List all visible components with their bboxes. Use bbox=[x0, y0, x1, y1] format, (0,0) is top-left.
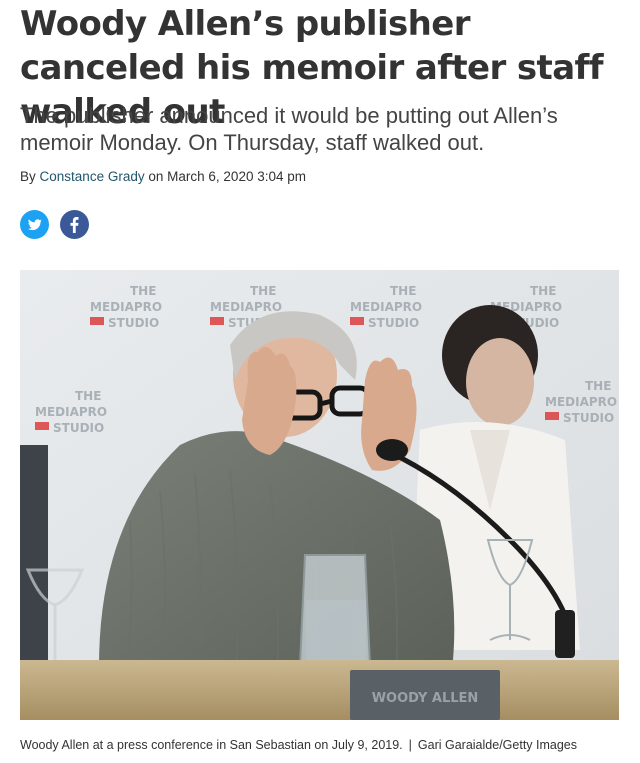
caption-separator: | bbox=[408, 738, 412, 752]
svg-text:THE: THE bbox=[585, 379, 611, 393]
byline: By Constance Grady on March 6, 2020 3:04… bbox=[20, 168, 306, 186]
share-buttons bbox=[20, 210, 89, 239]
svg-text:MEDIAPRO: MEDIAPRO bbox=[210, 300, 282, 314]
facebook-f-icon bbox=[70, 216, 79, 233]
svg-text:MEDIAPRO: MEDIAPRO bbox=[90, 300, 162, 314]
publish-date: March 6, 2020 3:04 pm bbox=[167, 169, 306, 184]
press-conference-image: THE MEDIAPRO STUDIO THE MEDIAPRO STUDIO … bbox=[20, 270, 619, 720]
author-link[interactable]: Constance Grady bbox=[40, 169, 145, 184]
svg-text:MEDIAPRO: MEDIAPRO bbox=[350, 300, 422, 314]
svg-text:THE: THE bbox=[250, 284, 276, 298]
svg-text:THE: THE bbox=[75, 389, 101, 403]
twitter-bird-icon bbox=[27, 218, 42, 230]
photo-credit: Gari Garaialde/Getty Images bbox=[417, 738, 578, 752]
nameplate-text: WOODY ALLEN bbox=[372, 691, 479, 706]
svg-text:MEDIAPRO: MEDIAPRO bbox=[545, 395, 617, 409]
byline-date-prefix: on bbox=[148, 169, 164, 184]
svg-text:THE: THE bbox=[390, 284, 416, 298]
facebook-share-button[interactable] bbox=[60, 210, 89, 239]
svg-text:MEDIAPRO: MEDIAPRO bbox=[35, 405, 107, 419]
svg-text:STUDIO: STUDIO bbox=[368, 316, 419, 330]
svg-text:STUDIO: STUDIO bbox=[53, 421, 104, 435]
photo-caption: Woody Allen at a press conference in San… bbox=[20, 737, 620, 753]
byline-prefix: By bbox=[20, 169, 36, 184]
svg-text:THE: THE bbox=[130, 284, 156, 298]
article-dek: The publisher announced it would be putt… bbox=[20, 103, 558, 155]
twitter-share-button[interactable] bbox=[20, 210, 49, 239]
svg-text:STUDIO: STUDIO bbox=[108, 316, 159, 330]
caption-text: Woody Allen at a press conference in San… bbox=[20, 738, 403, 752]
svg-text:THE: THE bbox=[530, 284, 556, 298]
svg-text:STUDIO: STUDIO bbox=[563, 411, 614, 425]
article-photo: THE MEDIAPRO STUDIO THE MEDIAPRO STUDIO … bbox=[20, 270, 619, 720]
